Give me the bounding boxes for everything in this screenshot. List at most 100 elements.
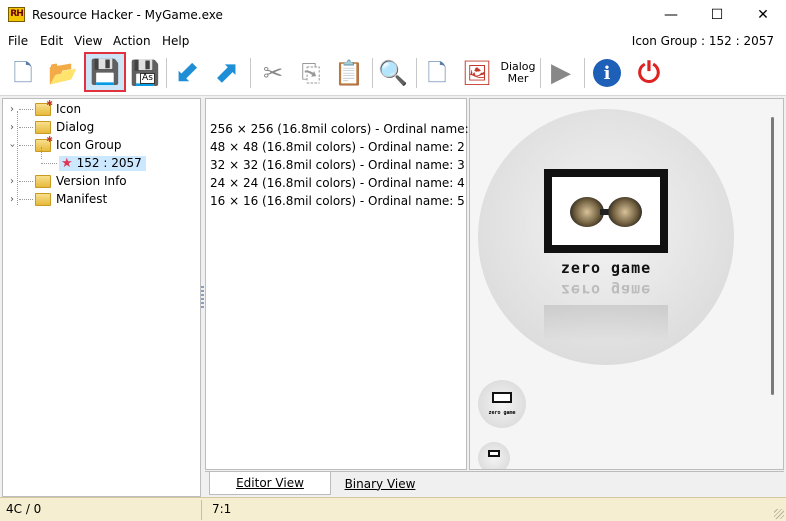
toolbar-separator [584,58,585,88]
logo-text: zero game [560,259,652,277]
list-item[interactable]: 32 × 32 (16.8mil colors) - Ordinal name:… [210,158,465,172]
icon-preview-48: zero game [478,380,526,428]
close-button[interactable]: ✕ [740,0,786,30]
tree-guide-line [19,109,33,110]
forward-button[interactable]: ⬈ [208,54,246,92]
preview-scrollbar[interactable] [771,117,774,395]
tab-label: Editor View [236,476,304,490]
title-bar: RH Resource Hacker - MyGame.exe — ☐ ✕ [0,0,786,30]
menu-bar: File Edit View Action Help Icon Group : … [0,30,786,52]
tree-guide-line [41,163,57,164]
list-item[interactable]: 24 × 24 (16.8mil colors) - Ordinal name:… [210,176,465,190]
open-file-icon: 📂 [48,59,78,87]
goggles-logo-icon [492,392,512,404]
menu-file[interactable]: File [8,34,28,48]
save-icon: 💾 [90,58,120,86]
maximize-button[interactable]: ☐ [694,0,740,30]
forward-arrow-icon: ⬈ [214,55,240,90]
back-button[interactable]: ⬋ [168,54,206,92]
find-button[interactable]: 🔍 [374,54,412,92]
tree-node-label: Manifest [56,192,108,206]
goggle-lens [570,197,604,227]
logo-text: zero game [488,410,516,416]
tree-guide-line [19,199,33,200]
folder-icon: ✱ [35,99,53,116]
cut-icon: ✂ [262,59,284,87]
toolbar-separator [416,58,417,88]
chevron-right-icon[interactable]: › [7,104,17,115]
copy-icon: ⎘ [301,59,321,87]
toolbar-separator [166,58,167,88]
dialog-merge-icon: Dialog Mer [500,60,536,85]
icon-entries-list[interactable]: 256 × 256 (16.8mil colors) - Ordinal nam… [205,98,480,470]
goggles-logo-icon [487,450,501,458]
save-as-icon: 💾As [130,61,160,85]
menu-view[interactable]: View [74,34,102,48]
list-item[interactable]: 256 × 256 (16.8mil colors) - Ordinal nam… [210,122,480,136]
run-script-icon: ▶ [551,58,571,88]
tab-label: Binary View [344,476,416,491]
goggles-logo-icon [544,169,668,253]
window-title: Resource Hacker - MyGame.exe [32,8,223,22]
minimize-button[interactable]: — [648,0,694,30]
logo-text-reflection: zero game [560,281,652,299]
toolbar-separator [372,58,373,88]
tree-guide-line [17,111,18,205]
info-button[interactable]: i [588,54,626,92]
current-resource-label: Icon Group : 152 : 2057 [631,34,774,48]
chevron-right-icon[interactable]: › [7,194,17,205]
toolbar-separator [250,58,251,88]
menu-action[interactable]: Action [113,34,151,48]
info-icon: i [593,59,621,87]
folder-icon [35,174,51,188]
resize-grip[interactable] [774,509,784,519]
icon-preview-32 [478,442,510,469]
tree-node-label: 152 : 2057 [76,156,142,170]
chevron-down-icon[interactable]: › [7,140,18,150]
splitter-handle[interactable] [201,286,204,308]
menu-edit[interactable]: Edit [40,34,63,48]
goggle-lens [608,197,642,227]
tab-binary-view[interactable]: Binary View [335,472,425,495]
app-logo-icon: RH [8,7,25,22]
paste-button[interactable]: 📋 [330,54,368,92]
toolbar-separator [540,58,541,88]
dialog-merge-button[interactable]: Dialog Mer [498,54,538,92]
add-image-resource-button[interactable]: 🖼 [458,54,496,92]
find-icon: 🔍 [378,59,408,87]
save-button[interactable]: 💾 [84,52,126,92]
list-item[interactable]: 48 × 48 (16.8mil colors) - Ordinal name:… [210,140,465,154]
tree-guide-line [41,147,42,159]
add-blank-resource-icon: 🗋 [427,59,447,87]
status-cursor-position: 7:1 [212,502,232,516]
tree-node-label: Dialog [56,120,95,134]
menu-help[interactable]: Help [162,34,189,48]
status-divider [201,500,202,520]
logo-reflection [544,305,668,341]
open-file-button[interactable]: 📂 [44,54,82,92]
view-tabs: Editor View Binary View [205,471,784,495]
new-file-icon: 🗋 [13,59,33,87]
cut-button[interactable]: ✂ [254,54,292,92]
tree-node-label: Icon [56,102,82,116]
chevron-right-icon[interactable]: › [7,122,17,133]
list-item[interactable]: 16 × 16 (16.8mil colors) - Ordinal name:… [210,194,465,208]
add-blank-resource-button[interactable]: 🗋 [418,54,456,92]
save-as-button[interactable]: 💾As [126,54,164,92]
tree-node-label: Icon Group [56,138,122,152]
back-arrow-icon: ⬋ [174,55,200,90]
toolbar: 🗋 📂 💾 💾As ⬋ ⬈ ✂ ⎘ 📋 🔍 🗋 🖼 Dialog Mer ▶ [0,52,786,96]
new-file-button[interactable]: 🗋 [4,54,42,92]
power-icon: ⏻ [637,56,661,89]
exit-button[interactable]: ⏻ [630,54,668,92]
copy-button[interactable]: ⎘ [292,54,330,92]
tree-guide-line [19,145,33,146]
resource-tree[interactable]: › ✱ Icon › Dialog › ✱ Icon Group ★ 152 :… [2,98,201,497]
status-bar: 4C / 0 7:1 [0,497,786,521]
run-script-button[interactable]: ▶ [542,54,580,92]
resource-star-icon: ★ [61,155,73,171]
chevron-right-icon[interactable]: › [7,176,17,187]
tab-editor-view[interactable]: Editor View [209,472,331,495]
tree-guide-line [19,127,33,128]
status-offset: 4C / 0 [6,502,42,516]
